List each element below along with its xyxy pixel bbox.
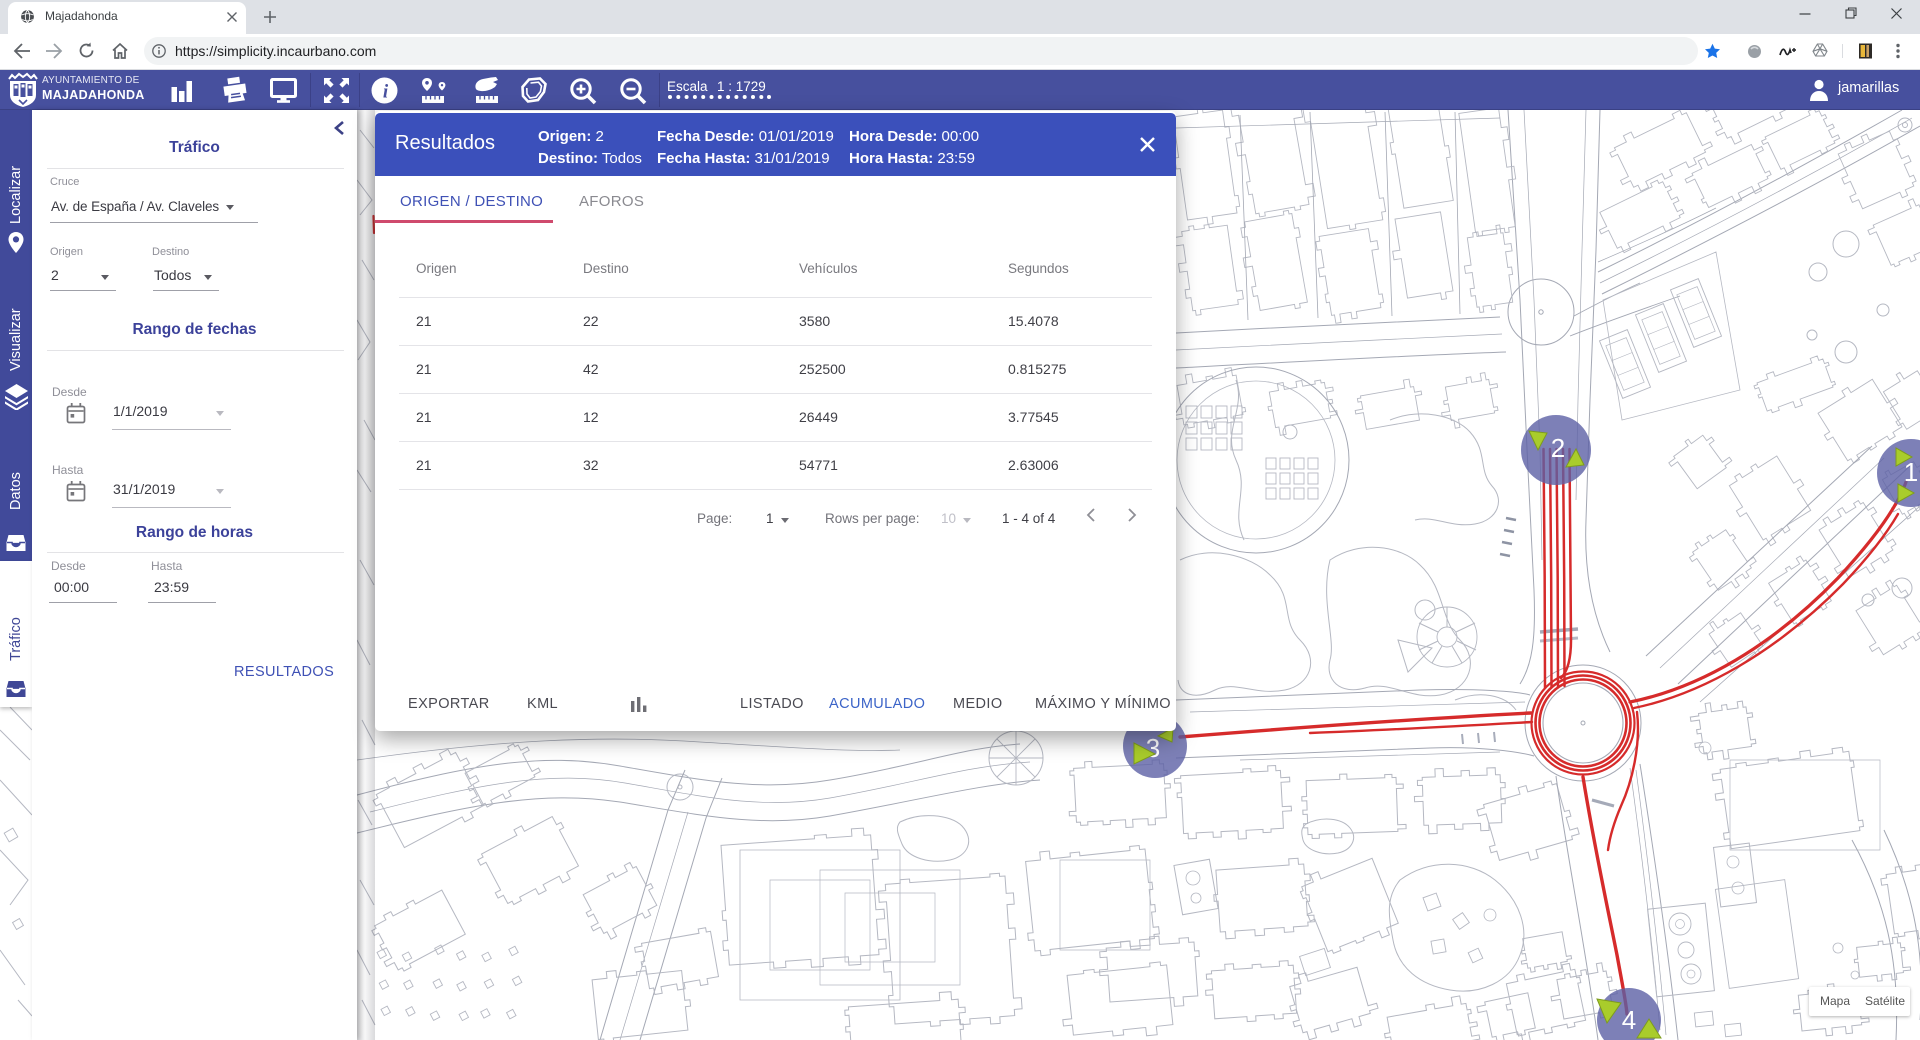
svg-text:3: 3 [1146, 733, 1160, 763]
svg-text:4: 4 [1622, 1005, 1636, 1035]
svg-text:2: 2 [1551, 433, 1565, 463]
svg-text:i: i [383, 82, 389, 103]
svg-text:1: 1 [1904, 457, 1918, 487]
